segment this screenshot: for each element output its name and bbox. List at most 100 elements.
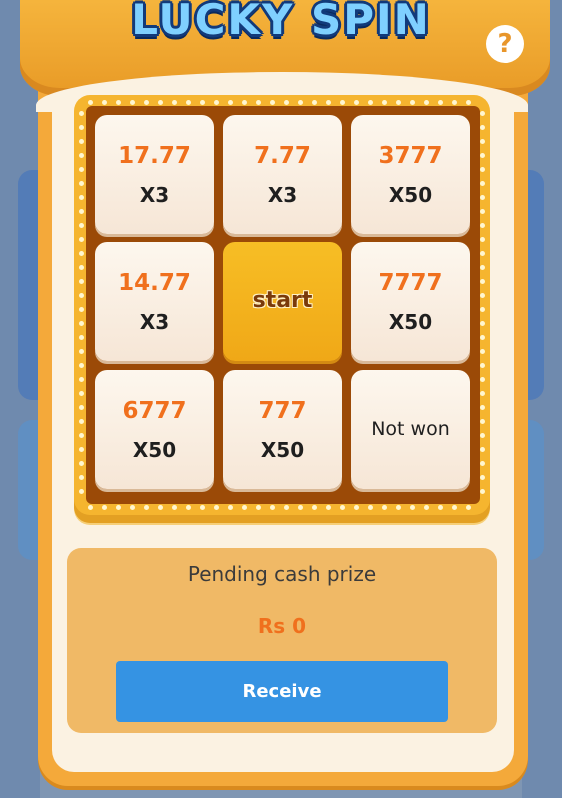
marquee-light xyxy=(79,321,84,326)
marquee-light xyxy=(480,391,485,396)
prize-cell-4: 14.77 X3 xyxy=(95,242,214,361)
marquee-light xyxy=(88,505,93,510)
marquee-light xyxy=(79,377,84,382)
marquee-light xyxy=(79,447,84,452)
marquee-light xyxy=(480,307,485,312)
marquee-light xyxy=(79,349,84,354)
marquee-light xyxy=(480,139,485,144)
prize-cell-2: 7.77 X3 xyxy=(223,115,342,234)
marquee-light xyxy=(130,505,135,510)
marquee-light xyxy=(79,153,84,158)
marquee-light xyxy=(186,505,191,510)
marquee-light xyxy=(79,335,84,340)
spin-grid: 17.77 X3 7.77 X3 3777 X50 14.77 X3 start… xyxy=(86,106,480,504)
prize-amount: 777 xyxy=(258,398,307,424)
prize-cell-8: 777 X50 xyxy=(223,370,342,489)
marquee-light xyxy=(270,505,275,510)
marquee-light xyxy=(298,100,303,105)
marquee-light xyxy=(79,139,84,144)
marquee-light xyxy=(88,100,93,105)
marquee-light xyxy=(298,505,303,510)
marquee-light xyxy=(480,167,485,172)
marquee-light xyxy=(228,100,233,105)
marquee-light xyxy=(480,153,485,158)
marquee-light xyxy=(480,405,485,410)
marquee-light xyxy=(79,307,84,312)
marquee-light xyxy=(79,419,84,424)
marquee-light xyxy=(340,100,345,105)
marquee-light xyxy=(480,475,485,480)
marquee-light xyxy=(480,461,485,466)
marquee-light xyxy=(480,209,485,214)
marquee-light xyxy=(172,505,177,510)
not-won-label: Not won xyxy=(371,418,450,440)
prize-multiplier: X3 xyxy=(139,183,170,207)
marquee-light xyxy=(480,447,485,452)
marquee-light xyxy=(214,100,219,105)
marquee-light xyxy=(382,505,387,510)
prize-amount: 17.77 xyxy=(118,143,191,169)
marquee-light xyxy=(242,100,247,105)
start-button[interactable]: start xyxy=(223,242,342,361)
prize-amount: 7777 xyxy=(378,270,443,296)
marquee-light xyxy=(368,100,373,105)
marquee-light xyxy=(144,100,149,105)
marquee-light xyxy=(200,505,205,510)
marquee-light xyxy=(354,505,359,510)
marquee-light xyxy=(438,100,443,105)
marquee-light xyxy=(480,293,485,298)
marquee-light xyxy=(79,181,84,186)
marquee-light xyxy=(79,251,84,256)
marquee-light xyxy=(116,505,121,510)
marquee-light xyxy=(326,505,331,510)
prize-multiplier: X3 xyxy=(139,310,170,334)
prize-cell-6: 7777 X50 xyxy=(351,242,470,361)
marquee-light xyxy=(116,100,121,105)
marquee-light xyxy=(466,505,471,510)
marquee-light xyxy=(79,195,84,200)
marquee-light xyxy=(79,363,84,368)
game-title: LUCKY SPIN xyxy=(131,0,431,44)
receive-button[interactable]: Receive xyxy=(116,661,448,722)
prize-multiplier: X50 xyxy=(132,438,177,462)
marquee-light xyxy=(130,100,135,105)
marquee-light xyxy=(284,505,289,510)
marquee-light xyxy=(452,505,457,510)
marquee-light xyxy=(396,100,401,105)
marquee-light xyxy=(79,293,84,298)
marquee-light xyxy=(480,251,485,256)
marquee-light xyxy=(79,167,84,172)
marquee-light xyxy=(480,237,485,242)
marquee-light xyxy=(424,100,429,105)
prize-cell-3: 3777 X50 xyxy=(351,115,470,234)
marquee-light xyxy=(79,209,84,214)
marquee-light xyxy=(79,433,84,438)
marquee-light xyxy=(79,405,84,410)
marquee-light xyxy=(480,321,485,326)
marquee-light xyxy=(480,335,485,340)
marquee-light xyxy=(396,505,401,510)
marquee-light xyxy=(200,100,205,105)
marquee-light xyxy=(340,505,345,510)
marquee-light xyxy=(480,125,485,130)
marquee-light xyxy=(410,505,415,510)
marquee-light xyxy=(158,505,163,510)
marquee-light xyxy=(382,100,387,105)
marquee-light xyxy=(102,100,107,105)
marquee-light xyxy=(270,100,275,105)
marquee-light xyxy=(79,489,84,494)
marquee-light xyxy=(256,100,261,105)
marquee-light xyxy=(172,100,177,105)
marquee-light xyxy=(312,100,317,105)
marquee-light xyxy=(480,489,485,494)
marquee-light xyxy=(158,100,163,105)
marquee-light xyxy=(480,419,485,424)
marquee-light xyxy=(480,433,485,438)
prize-cell-7: 6777 X50 xyxy=(95,370,214,489)
marquee-light xyxy=(214,505,219,510)
marquee-light xyxy=(480,349,485,354)
pending-prize-amount: Rs 0 xyxy=(257,614,307,638)
marquee-light xyxy=(466,100,471,105)
help-button[interactable]: ? xyxy=(486,25,524,63)
marquee-light xyxy=(79,461,84,466)
